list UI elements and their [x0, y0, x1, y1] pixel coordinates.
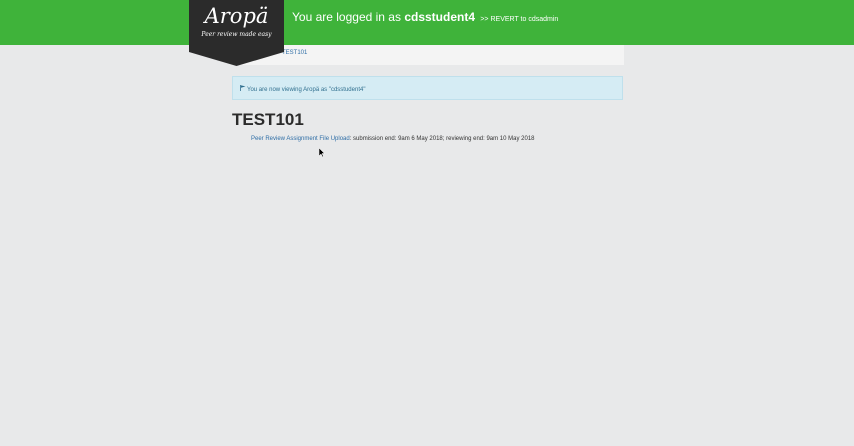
flag-icon: [240, 85, 246, 93]
logo-title: Aropä: [204, 4, 269, 28]
logged-in-prefix: You are logged in as: [292, 10, 405, 24]
aropa-logo[interactable]: Aropä Peer review made easy: [189, 0, 284, 66]
login-status: You are logged in as cdsstudent4 >> REVE…: [292, 9, 558, 28]
breadcrumb: TEST101: [232, 45, 624, 65]
breadcrumb-course-link[interactable]: TEST101: [282, 50, 307, 56]
logged-in-username: cdsstudent4: [404, 10, 475, 24]
assignment-link[interactable]: Peer Review Assignment File Upload: [251, 136, 350, 142]
logo-tagline: Peer review made easy: [201, 31, 272, 38]
revert-link[interactable]: >> REVERT to cdsadmin: [480, 16, 558, 23]
viewing-as-alert: You are now viewing Aropä as "cdsstudent…: [232, 76, 623, 100]
assignment-details: : submission end: 9am 6 May 2018; review…: [349, 136, 535, 142]
alert-text: You are now viewing Aropä as "cdsstudent…: [240, 85, 365, 93]
assignment-item: Peer Review Assignment File Upload: subm…: [251, 136, 535, 142]
page-title: TEST101: [232, 110, 304, 129]
top-bar: You are logged in as cdsstudent4 >> REVE…: [0, 0, 854, 45]
mouse-cursor-icon: [318, 144, 326, 158]
alert-message: You are now viewing Aropä as "cdsstudent…: [247, 87, 366, 93]
